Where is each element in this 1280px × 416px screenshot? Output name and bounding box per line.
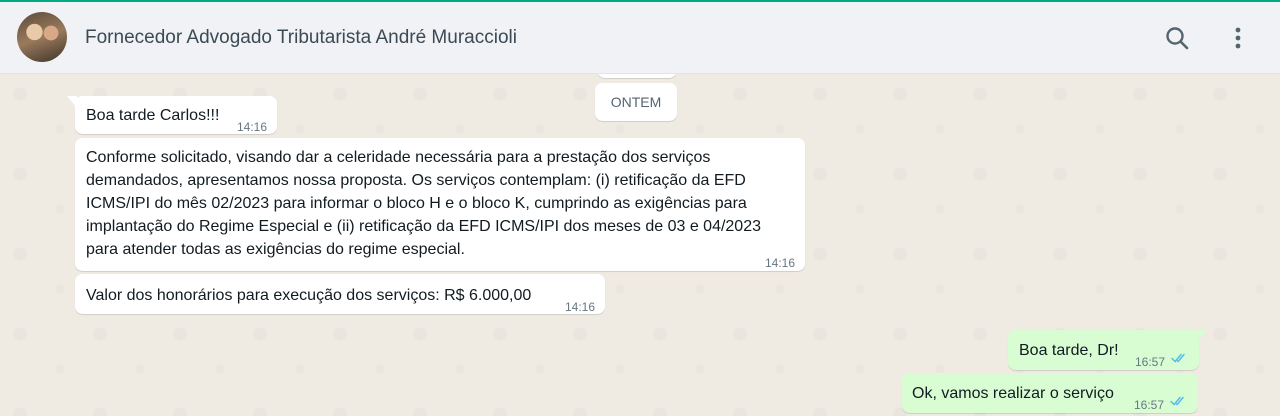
bubble-tail: [1197, 330, 1207, 342]
message-text: Boa tarde, Dr!: [1019, 342, 1119, 359]
message-time: 14:16: [765, 256, 796, 270]
search-button[interactable]: [1161, 22, 1193, 54]
menu-button[interactable]: [1222, 22, 1254, 54]
message-time: 16:57: [1134, 398, 1165, 412]
message-list[interactable]: ONTEM Boa tarde Carlos!!! 14:16 Conforme…: [0, 74, 1280, 416]
message-bubble-outgoing[interactable]: Ok, vamos realizar o serviço 16:57: [902, 373, 1198, 413]
message-time: 16:57: [1135, 355, 1166, 369]
message-text: Conforme solicitado, visando dar a celer…: [86, 149, 761, 258]
message-bubble-outgoing[interactable]: Boa tarde, Dr! 16:57: [1008, 330, 1207, 370]
bubble-tail: [67, 96, 77, 108]
read-receipt-icon: [1170, 396, 1184, 406]
kebab-menu-icon: [1235, 27, 1241, 49]
date-divider: ONTEM: [595, 83, 677, 121]
previous-message-stub: [597, 74, 677, 78]
message-text: Valor dos honorários para execução dos s…: [86, 287, 532, 304]
message-bubble-incoming[interactable]: Boa tarde Carlos!!! 14:16: [67, 96, 277, 134]
message-bubble-incoming[interactable]: Conforme solicitado, visando dar a celer…: [75, 138, 805, 271]
message-text: Boa tarde Carlos!!!: [86, 107, 220, 124]
message-bubble-incoming[interactable]: Valor dos honorários para execução dos s…: [75, 274, 605, 314]
chat-header: Fornecedor Advogado Tributarista André M…: [0, 2, 1280, 74]
message-time: 14:16: [565, 300, 596, 314]
message-time: 14:16: [237, 120, 268, 134]
search-icon: [1166, 27, 1189, 50]
message-text: Ok, vamos realizar o serviço: [912, 385, 1114, 402]
contact-name[interactable]: Fornecedor Advogado Tributarista André M…: [85, 27, 517, 49]
read-receipt-icon: [1171, 353, 1185, 363]
contact-avatar[interactable]: [17, 12, 67, 62]
